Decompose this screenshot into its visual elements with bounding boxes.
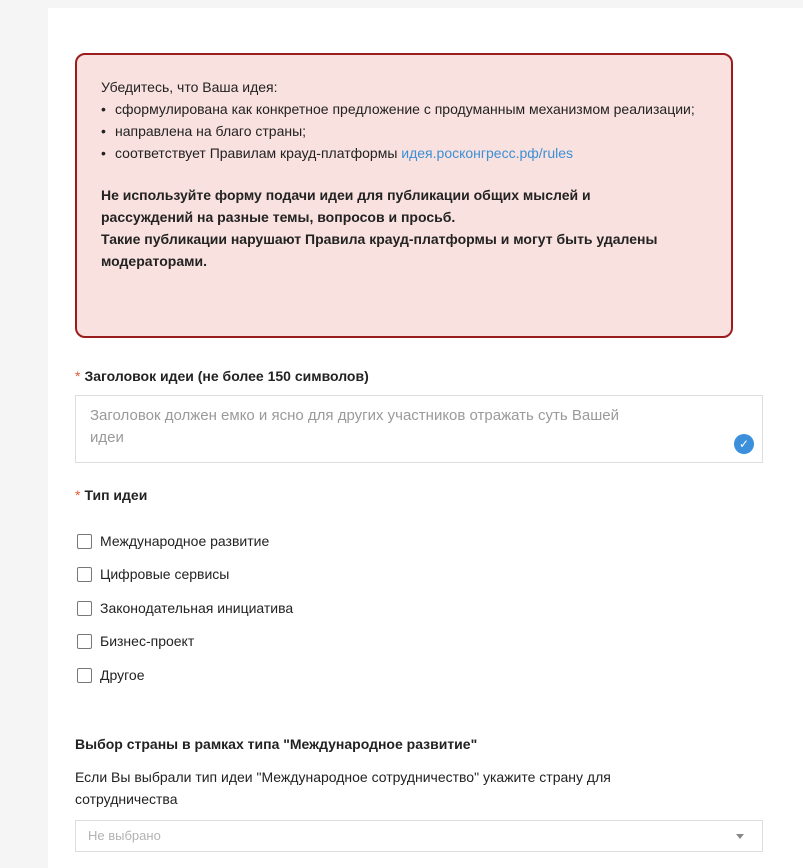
- title-label-text: Заголовок идеи (не более 150 символов): [84, 368, 369, 384]
- country-select[interactable]: Не выбрано: [75, 820, 763, 852]
- chevron-down-icon: [736, 834, 744, 839]
- checkbox[interactable]: [77, 633, 92, 649]
- type-label-text: Тип идеи: [84, 487, 148, 503]
- notice-bullet-text: соответствует Правилам крауд-платформы: [115, 145, 398, 161]
- title-field-label: * Заголовок идеи (не более 150 символов): [75, 368, 369, 384]
- warning-line: Не используйте форму подачи идеи для пуб…: [101, 187, 591, 203]
- type-field-label: * Тип идеи: [75, 487, 147, 503]
- warning-line: Такие публикации нарушают Правила крауд-…: [101, 231, 658, 247]
- option-label: Другое: [100, 667, 145, 683]
- help-line: сотрудничества: [75, 791, 178, 807]
- type-option-business[interactable]: Бизнес-проект: [77, 631, 194, 651]
- notice-bullet-text: направлена на благо страны;: [115, 123, 307, 139]
- type-option-other[interactable]: Другое: [77, 665, 144, 685]
- notice-bullet-text: сформулирована как конкретное предложени…: [115, 101, 695, 117]
- option-label: Цифровые сервисы: [100, 566, 230, 582]
- bullet-icon: •: [101, 145, 106, 161]
- type-option-international[interactable]: Международное развитие: [77, 531, 269, 551]
- notice-intro: Убедитесь, что Ваша идея:: [101, 79, 278, 95]
- help-line: Если Вы выбрали тип идеи "Международное …: [75, 769, 611, 785]
- notice-bullet-3: • соответствует Правилам крауд-платформы …: [101, 142, 709, 164]
- country-field-label: Выбор страны в рамках типа "Международно…: [75, 736, 478, 752]
- title-placeholder-line: Заголовок должен емко и ясно для других …: [90, 407, 619, 424]
- notice-bullet-1: • сформулирована как конкретное предложен…: [101, 98, 709, 120]
- option-label: Международное развитие: [100, 533, 270, 549]
- rules-link[interactable]: идея.росконгресс.рф/rules: [401, 145, 573, 161]
- title-input[interactable]: Заголовок должен емко и ясно для других …: [75, 395, 763, 463]
- notice-warning: Не используйте форму подачи идеи для пуб…: [101, 184, 709, 272]
- checkbox[interactable]: [77, 667, 92, 683]
- rules-notice: Убедитесь, что Ваша идея: • сформулирован…: [75, 53, 733, 338]
- country-select-value: Не выбрано: [88, 828, 161, 843]
- option-label: Законодательная инициатива: [100, 600, 294, 616]
- idea-form-card: Убедитесь, что Ваша идея: • сформулирован…: [48, 8, 803, 868]
- warning-line: рассуждений на разные темы, вопросов и п…: [101, 209, 456, 225]
- checkbox[interactable]: [77, 533, 92, 549]
- title-placeholder-line: идеи: [90, 429, 124, 446]
- notice-bullet-2: • направлена на благо страны;: [101, 120, 709, 142]
- warning-line: модераторами.: [101, 253, 207, 269]
- required-mark: *: [75, 487, 81, 503]
- checkbox[interactable]: [77, 566, 92, 582]
- type-option-legislative[interactable]: Законодательная инициатива: [77, 598, 293, 618]
- required-mark: *: [75, 368, 81, 384]
- checkbox[interactable]: [77, 600, 92, 616]
- check-circle-icon: ✓: [734, 434, 754, 454]
- option-label: Бизнес-проект: [100, 633, 195, 649]
- bullet-icon: •: [101, 101, 106, 117]
- bullet-icon: •: [101, 123, 106, 139]
- country-help-text: Если Вы выбрали тип идеи "Международное …: [75, 766, 735, 810]
- type-option-digital[interactable]: Цифровые сервисы: [77, 564, 229, 584]
